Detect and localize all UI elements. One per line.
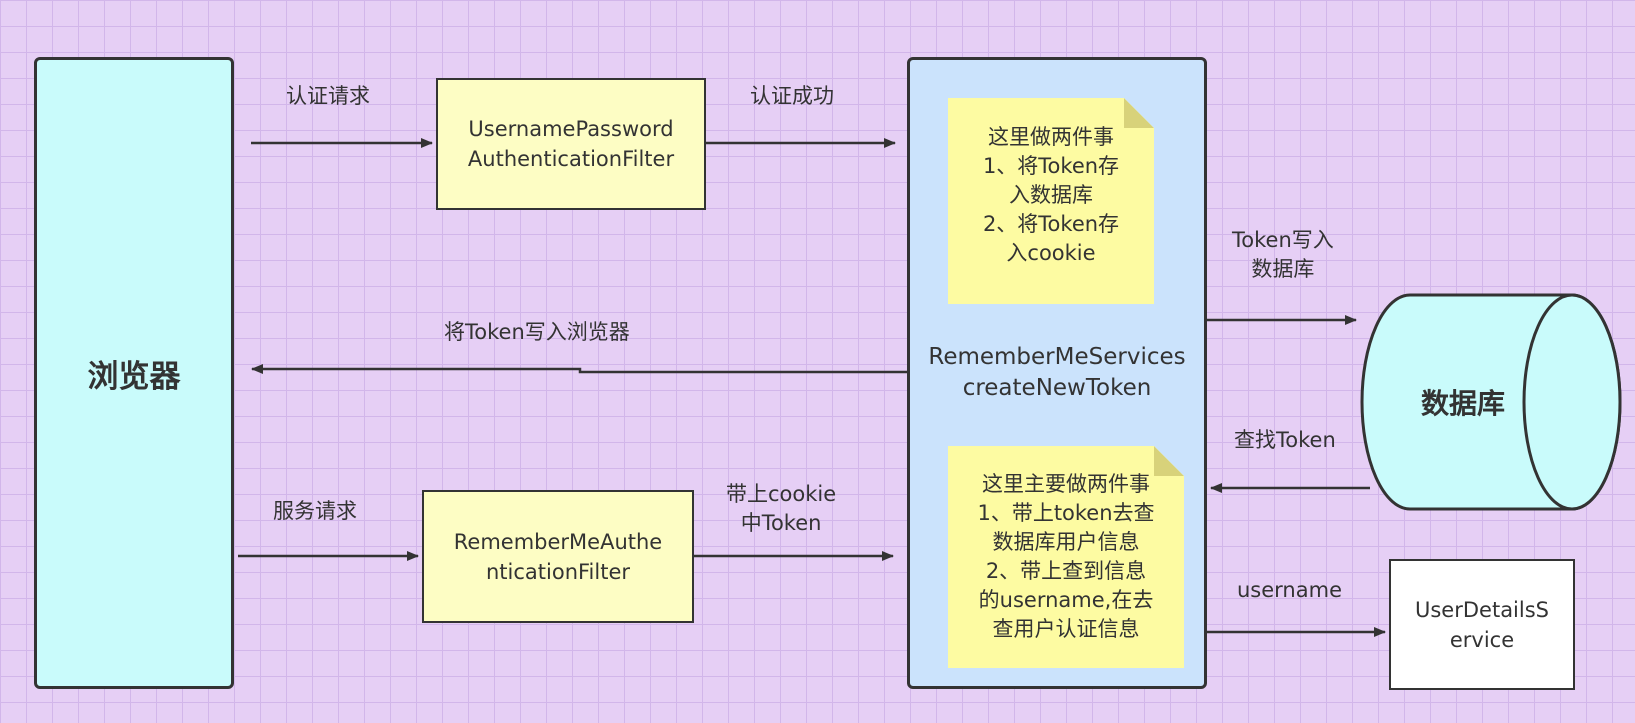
arrow-write-token-browser <box>251 364 907 374</box>
label-line: Token写入 <box>1232 228 1334 252</box>
remember-me-filter-node: RememberMeAuthe nticationFilter <box>422 490 694 623</box>
note-line: 数据库用户信息 <box>992 530 1140 554</box>
label-write-token-db: Token写入 数据库 <box>1232 226 1334 284</box>
note-line: 1、将Token存 <box>982 153 1120 178</box>
note-line: 1、带上token去查 <box>977 501 1155 525</box>
note-auto-login: 这里主要做两件事 1、带上token去查 数据库用户信息 2、带上查到信息 的u… <box>948 446 1184 668</box>
user-details-label-line: ervice <box>1449 627 1515 652</box>
label-line: 中Token <box>740 511 822 535</box>
services-label-line: RememberMeServices <box>928 344 1186 370</box>
label-username: username <box>1237 578 1342 602</box>
username-password-filter-node: UsernamePassword AuthenticationFilter <box>436 78 706 210</box>
note-line: 2、带上查到信息 <box>985 559 1147 583</box>
label-service-request: 服务请求 <box>273 499 357 523</box>
note-line: 的username,在去 <box>978 588 1154 612</box>
note-create-token: 这里做两件事 1、将Token存 入数据库 2、将Token存 入cookie <box>948 98 1154 304</box>
label-auth-success: 认证成功 <box>750 84 834 108</box>
note-line: 入cookie <box>1006 240 1096 265</box>
filter-label-line: UsernamePassword <box>468 117 674 141</box>
note-line: 2、将Token存 <box>982 211 1120 236</box>
database-label: 数据库 <box>1420 387 1505 420</box>
label-auth-request: 认证请求 <box>286 84 370 108</box>
browser-label: 浏览器 <box>87 358 181 395</box>
label-write-token-browser: 将Token写入浏览器 <box>444 320 630 344</box>
label-with-cookie: 带上cookie 中Token <box>726 480 836 538</box>
filter-label-line: RememberMeAuthe <box>453 529 663 554</box>
user-details-label-line: UserDetailsS <box>1415 597 1549 622</box>
services-label-line: createNewToken <box>962 375 1152 401</box>
label-find-token: 查找Token <box>1234 428 1336 452</box>
note-line: 这里主要做两件事 <box>982 472 1150 496</box>
label-line: 带上cookie <box>726 482 837 506</box>
note-line: 查用户认证信息 <box>992 617 1140 641</box>
note-line: 入数据库 <box>1009 182 1093 207</box>
user-details-service-node: UserDetailsS ervice <box>1389 559 1575 690</box>
database-node: 数据库 <box>1360 293 1622 511</box>
label-line: 数据库 <box>1251 257 1315 281</box>
browser-node: 浏览器 <box>34 57 234 689</box>
filter-label-line: nticationFilter <box>485 559 631 584</box>
filter-label-line: AuthenticationFilter <box>467 147 675 171</box>
note-line: 这里做两件事 <box>988 124 1114 149</box>
